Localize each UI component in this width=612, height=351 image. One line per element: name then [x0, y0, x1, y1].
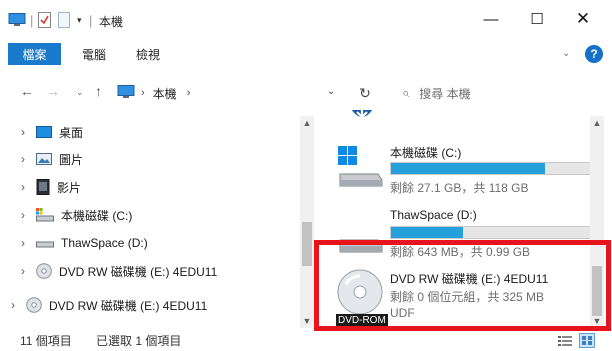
- drive-tile-c[interactable]: 本機磁碟 (C:) 剩餘 27.1 GB，共 118 GB: [316, 140, 596, 198]
- breadcrumb-separator[interactable]: ›: [187, 87, 191, 99]
- computer-icon[interactable]: [8, 12, 26, 28]
- drive-name: ThawSpace (D:): [390, 208, 477, 222]
- sidebar-item-local-disk-c[interactable]: › 本機磁碟 (C:): [18, 204, 132, 226]
- scroll-up-button[interactable]: ▲: [300, 118, 314, 128]
- search-placeholder: 搜尋 本機: [419, 86, 471, 101]
- breadcrumb-this-pc[interactable]: 本機: [153, 85, 177, 102]
- search-input[interactable]: ⌕ 搜尋 本機: [388, 80, 604, 106]
- sidebar-item-videos[interactable]: › 影片: [18, 176, 81, 198]
- drive-usage-fill: [391, 227, 463, 238]
- sidebar-item-label: 圖片: [59, 152, 84, 167]
- nav-pane-scrollbar[interactable]: ▲ ▼: [300, 116, 314, 328]
- sidebar-item-desktop[interactable]: › 桌面: [18, 121, 83, 143]
- drive-usage-bar: [390, 226, 592, 239]
- breadcrumb-separator[interactable]: ›: [141, 87, 145, 99]
- chevron-right-icon[interactable]: ›: [8, 298, 18, 312]
- dvd-icon: [36, 263, 52, 279]
- sidebar-item-label: ThawSpace (D:): [61, 236, 148, 250]
- title-bar: | ▾ | 本機 — ☐ ✕: [0, 0, 612, 38]
- sidebar-item-pictures[interactable]: › 圖片: [18, 148, 83, 170]
- address-bar[interactable]: › 本機 ›: [113, 80, 349, 106]
- highlight-box: [314, 240, 611, 331]
- pictures-icon: [36, 153, 52, 165]
- search-icon: ⌕: [402, 85, 410, 100]
- sidebar-item-label: 本機磁碟 (C:): [61, 208, 133, 223]
- tab-file[interactable]: 檔案: [8, 43, 61, 65]
- window-title: 本機: [99, 15, 124, 29]
- drive-name: 本機磁碟 (C:): [390, 146, 462, 160]
- properties-icon[interactable]: [38, 12, 51, 28]
- close-button[interactable]: ✕: [560, 5, 606, 33]
- new-folder-icon[interactable]: [58, 12, 70, 28]
- up-button[interactable]: ↑: [95, 83, 102, 99]
- toolbar-separator: |: [30, 12, 34, 28]
- recent-locations-button[interactable]: ⌄: [76, 87, 84, 98]
- hard-drive-icon: [336, 144, 384, 193]
- computer-icon: [117, 84, 135, 102]
- sidebar-item-label: 桌面: [59, 125, 84, 140]
- sidebar-item-label: DVD RW 磁碟機 (E:) 4EDU11: [49, 298, 208, 313]
- chevron-right-icon[interactable]: ›: [18, 264, 28, 278]
- sidebar-item-label: 影片: [57, 180, 82, 195]
- quick-access-dropdown[interactable]: ▾: [77, 12, 82, 28]
- details-view-icon[interactable]: [558, 335, 572, 347]
- forward-button[interactable]: →: [46, 83, 60, 99]
- tiles-view-icon[interactable]: [579, 333, 595, 348]
- desktop-icon: [36, 126, 52, 138]
- scroll-up-button[interactable]: ▲: [590, 118, 604, 128]
- drive-free-space: 剩餘 27.1 GB，共 118 GB: [390, 181, 529, 195]
- navigation-pane: › 桌面 › 圖片 › 影片 › 本機磁碟 (C:) › ThawSpace (…: [0, 116, 300, 326]
- sidebar-item-dvd-e-outer[interactable]: › DVD RW 磁碟機 (E:) 4EDU11: [8, 294, 207, 316]
- selection-count: 已選取 1 個項目: [96, 334, 182, 348]
- help-button[interactable]: ?: [585, 45, 603, 63]
- minimize-button[interactable]: —: [468, 5, 514, 33]
- tab-computer[interactable]: 電腦: [72, 43, 116, 65]
- scroll-down-button[interactable]: ▼: [300, 316, 314, 326]
- tab-view[interactable]: 檢視: [126, 43, 170, 65]
- partial-item-icon: [346, 110, 378, 129]
- expand-ribbon-button[interactable]: ⌄: [562, 48, 570, 59]
- toolbar-separator: |: [89, 12, 93, 28]
- sidebar-item-dvd-e[interactable]: › DVD RW 磁碟機 (E:) 4EDU11: [18, 260, 217, 282]
- hard-drive-icon: [36, 208, 54, 222]
- sidebar-item-label: DVD RW 磁碟機 (E:) 4EDU11: [59, 264, 218, 279]
- chevron-right-icon[interactable]: ›: [18, 180, 28, 194]
- item-count: 11 個項目: [20, 334, 72, 348]
- scrollbar-thumb[interactable]: [302, 222, 312, 266]
- ribbon: 檔案 電腦 檢視 ⌄ ?: [0, 38, 612, 68]
- chevron-right-icon[interactable]: ›: [18, 152, 28, 166]
- drive-icon: [36, 238, 54, 248]
- status-bar: 11 個項目 已選取 1 個項目: [0, 330, 612, 351]
- refresh-button[interactable]: ↻: [352, 80, 378, 106]
- chevron-right-icon[interactable]: ›: [18, 208, 28, 222]
- drive-usage-bar: [390, 162, 592, 175]
- navigation-bar: ← → ⌄ ↑ › 本機 › ⌄ ↻ ⌕ 搜尋 本機: [0, 70, 612, 110]
- back-button[interactable]: ←: [20, 83, 34, 99]
- drive-usage-fill: [391, 163, 545, 174]
- dvd-icon: [26, 297, 42, 313]
- address-dropdown-button[interactable]: ⌄: [327, 86, 335, 97]
- videos-icon: [36, 179, 50, 195]
- chevron-right-icon[interactable]: ›: [18, 125, 28, 139]
- sidebar-item-thawspace-d[interactable]: › ThawSpace (D:): [18, 232, 148, 254]
- maximize-button[interactable]: ☐: [514, 5, 560, 33]
- chevron-right-icon[interactable]: ›: [18, 236, 28, 250]
